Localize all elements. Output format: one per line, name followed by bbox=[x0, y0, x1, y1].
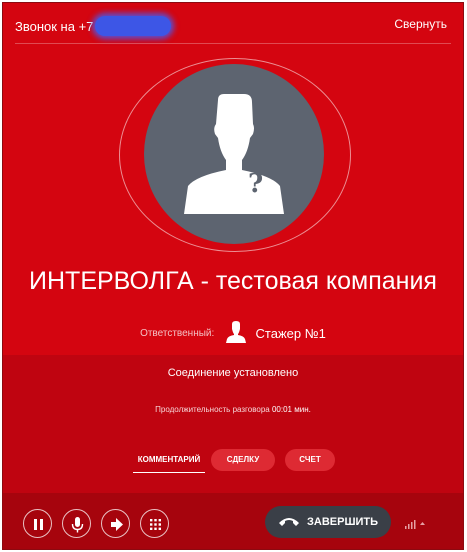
avatar-question-mark: ? bbox=[248, 169, 263, 199]
call-label: Звонок на +7 bbox=[15, 19, 94, 34]
end-call-label: ЗАВЕРШИТЬ bbox=[307, 516, 379, 528]
pause-button[interactable] bbox=[23, 509, 52, 538]
microphone-icon bbox=[71, 517, 84, 533]
duration-label: Продолжительность разговора bbox=[155, 405, 270, 414]
responsible-label: Ответственный: bbox=[140, 328, 215, 339]
responsible-row: Ответственный: Стажер №1 bbox=[3, 321, 463, 343]
hang-up-icon bbox=[279, 518, 299, 526]
tab-comment[interactable]: КОММЕНТАРИЙ bbox=[127, 449, 211, 473]
transfer-icon bbox=[111, 518, 123, 531]
call-header: Звонок на +7 Свернуть bbox=[3, 3, 463, 45]
header-divider bbox=[15, 43, 451, 44]
mute-button[interactable] bbox=[62, 509, 91, 538]
keypad-icon bbox=[150, 519, 161, 530]
end-call-button[interactable]: ЗАВЕРШИТЬ bbox=[265, 506, 391, 538]
contact-avatar: ? bbox=[144, 64, 324, 244]
pause-icon bbox=[34, 519, 43, 530]
signal-strength-icon bbox=[405, 520, 425, 529]
tab-invoice[interactable]: СЧЕТ bbox=[285, 449, 335, 471]
connection-status: Соединение установлено bbox=[167, 367, 299, 379]
duration-value: 00:01 мин. bbox=[271, 405, 311, 414]
responsible-name[interactable]: Стажер №1 bbox=[256, 326, 326, 341]
call-window: Звонок на +7 Свернуть ? ИНТЕРВОЛГА - тес… bbox=[2, 2, 464, 550]
collapse-button[interactable]: Свернуть bbox=[394, 17, 447, 31]
call-controls: ЗАВЕРШИТЬ bbox=[3, 493, 463, 549]
phone-number-redaction bbox=[95, 16, 172, 36]
company-name[interactable]: ИНТЕРВОЛГА - тестовая компания bbox=[3, 267, 463, 296]
unknown-person-icon: ? bbox=[184, 94, 284, 214]
call-title: Звонок на +7 bbox=[15, 16, 172, 36]
call-status-area: Соединение установлено Продолжительность… bbox=[3, 355, 463, 493]
keypad-button[interactable] bbox=[140, 509, 169, 538]
transfer-button[interactable] bbox=[101, 509, 130, 538]
user-icon bbox=[225, 321, 246, 343]
tab-deal[interactable]: СДЕЛКУ bbox=[211, 449, 275, 471]
call-duration: Продолжительность разговора 00:01 мин. bbox=[3, 405, 463, 414]
